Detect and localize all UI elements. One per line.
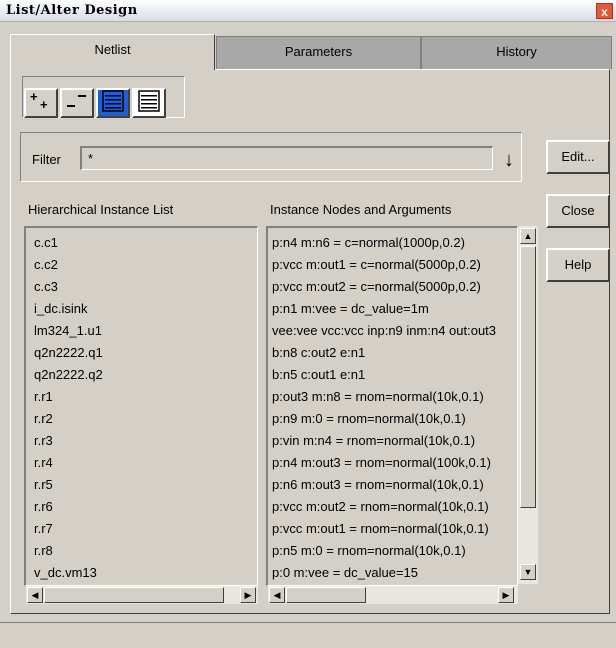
svg-text:+: + (40, 97, 48, 112)
hierarchical-list-header: Hierarchical Instance List (28, 202, 174, 217)
instance-nodes-header: Instance Nodes and Arguments (270, 202, 452, 217)
list-item[interactable]: v_dc.vm13 (34, 562, 97, 584)
scroll-left-arrow-icon[interactable]: ◀ (27, 587, 43, 603)
list-item[interactable]: r.r5 (34, 474, 53, 496)
svg-text:+: + (30, 90, 38, 104)
edit-button[interactable]: Edit... (546, 140, 610, 174)
list-item[interactable]: p:n9 m:0 = rnom=normal(10k,0.1) (272, 408, 466, 430)
close-window-button[interactable]: x (596, 3, 613, 19)
list-item[interactable]: c.c1 (34, 232, 58, 254)
list-item[interactable]: p:n4 m:n6 = c=normal(1000p,0.2) (272, 232, 465, 254)
remove-icon (67, 95, 86, 107)
filter-label: Filter (32, 152, 61, 167)
nodes-list-vscrollbar[interactable]: ▲ ▼ (518, 226, 538, 584)
list-item[interactable]: p:vcc m:out1 = rnom=normal(10k,0.1) (272, 518, 489, 540)
close-button[interactable]: Close (546, 194, 610, 228)
scroll-down-arrow-icon[interactable]: ▼ (520, 564, 536, 580)
help-button[interactable]: Help (546, 248, 610, 282)
list-item[interactable]: r.r6 (34, 496, 53, 518)
add-icon: + + (30, 89, 48, 112)
list-item[interactable]: r.r1 (34, 386, 53, 408)
status-bar (0, 622, 616, 648)
filter-input[interactable] (80, 146, 493, 170)
instance-nodes-list[interactable]: p:n4 m:n6 = c=normal(1000p,0.2) p:vcc m:… (266, 226, 518, 586)
list-item[interactable]: p:n1 m:vee = dc_value=1m (272, 298, 429, 320)
list-item[interactable]: c.c2 (34, 254, 58, 276)
nodes-list-hscrollbar[interactable]: ◀ ▶ (268, 586, 518, 604)
title-bar: List/Alter Design x (0, 0, 616, 22)
scroll-up-arrow-icon[interactable]: ▲ (520, 228, 536, 244)
list-item[interactable]: lm324_1.u1 (34, 320, 102, 342)
scroll-right-arrow-icon[interactable]: ▶ (240, 587, 256, 603)
list-item[interactable]: r.r8 (34, 540, 53, 562)
list-item[interactable]: r.r2 (34, 408, 53, 430)
tab-netlist[interactable]: Netlist (10, 34, 215, 70)
list-item[interactable]: p:n4 m:out3 = rnom=normal(100k,0.1) (272, 452, 491, 474)
hierarchical-instance-list[interactable]: c.c1 c.c2 c.c3 i_dc.isink lm324_1.u1 q2n… (24, 226, 258, 586)
list-item[interactable]: b:n8 c:out2 e:n1 (272, 342, 365, 364)
tab-history[interactable]: History (421, 36, 612, 69)
scroll-thumb[interactable] (44, 587, 224, 603)
window-title: List/Alter Design (6, 3, 138, 18)
scroll-thumb[interactable] (286, 587, 366, 603)
scroll-thumb[interactable] (520, 246, 536, 508)
list-item[interactable]: p:out3 m:n8 = rnom=normal(10k,0.1) (272, 386, 484, 408)
list-item[interactable]: p:n6 m:out3 = rnom=normal(10k,0.1) (272, 474, 484, 496)
list-item[interactable]: p:vcc m:out1 = c=normal(5000p,0.2) (272, 254, 481, 276)
filter-apply-arrow-icon[interactable]: ↓ (499, 146, 519, 176)
list-item[interactable]: p:vcc m:out2 = c=normal(5000p,0.2) (272, 276, 481, 298)
list-item[interactable]: p:0 m:vee = dc_value=15 (272, 562, 418, 584)
list-item[interactable]: r.r4 (34, 452, 53, 474)
view-list-button[interactable] (132, 88, 166, 118)
tab-parameters[interactable]: Parameters (216, 36, 421, 69)
list-blue-icon (102, 90, 124, 112)
list-item[interactable]: q2n2222.q2 (34, 364, 103, 386)
scroll-left-arrow-icon[interactable]: ◀ (269, 587, 285, 603)
list-item[interactable]: c.c3 (34, 276, 58, 298)
add-instance-button[interactable]: + + (24, 88, 58, 118)
list-item[interactable]: r.r7 (34, 518, 53, 540)
scroll-right-arrow-icon[interactable]: ▶ (498, 587, 514, 603)
list-item[interactable]: p:vin m:n4 = rnom=normal(10k,0.1) (272, 430, 475, 452)
hierarchical-list-hscrollbar[interactable]: ◀ ▶ (26, 586, 258, 604)
list-item[interactable]: p:vcc m:out2 = rnom=normal(10k,0.1) (272, 496, 489, 518)
list-item[interactable]: vee:vee vcc:vcc inp:n9 inm:n4 out:out3 (272, 320, 496, 342)
remove-instance-button[interactable] (60, 88, 94, 118)
list-item[interactable]: p:n5 m:0 = rnom=normal(10k,0.1) (272, 540, 466, 562)
view-detail-button[interactable] (96, 88, 130, 118)
list-item[interactable]: r.r3 (34, 430, 53, 452)
list-item[interactable]: i_dc.isink (34, 298, 87, 320)
list-item[interactable]: q2n2222.q1 (34, 342, 103, 364)
list-icon (138, 90, 160, 112)
list-item[interactable]: b:n5 c:out1 e:n1 (272, 364, 365, 386)
